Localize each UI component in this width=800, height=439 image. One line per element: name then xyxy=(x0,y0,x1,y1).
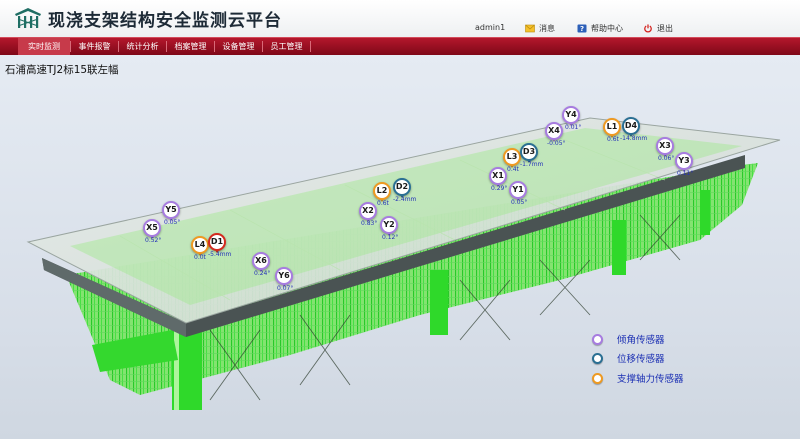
app-logo xyxy=(15,8,41,28)
sensor-code: D4 xyxy=(624,121,638,130)
sensor-value: 0.12° xyxy=(382,234,399,241)
sensor-value: -14.8mm xyxy=(620,135,648,142)
power-icon xyxy=(644,23,652,33)
legend-axial-force-sensor: 支撑轴力传感器 xyxy=(592,371,684,385)
logout-link[interactable]: 退出 xyxy=(643,22,673,34)
sensor-value: 0.52° xyxy=(145,237,162,244)
sensor-code: X6 xyxy=(255,256,267,265)
sensor-code: X1 xyxy=(492,171,504,180)
nav-staff[interactable]: 员工管理 xyxy=(263,38,310,55)
sensor-l1[interactable]: L1 0.6t xyxy=(603,118,621,143)
sensor-value: -5.4mm xyxy=(208,251,232,258)
legend-marker-icon xyxy=(592,333,603,345)
nav-divider xyxy=(310,41,311,52)
sensor-value: 0.0t xyxy=(194,254,206,261)
sensor-value: 0.4t xyxy=(507,166,519,173)
legend-tilt-sensor: 倾角传感器 xyxy=(592,332,665,346)
nav-event-alarms[interactable]: 事件报警 xyxy=(71,38,118,55)
sensor-value: 0.01° xyxy=(565,124,582,131)
sensor-code: X5 xyxy=(146,223,158,232)
legend-label: 支撑轴力传感器 xyxy=(617,374,684,385)
sensor-code: Y3 xyxy=(678,156,690,165)
sensor-d1[interactable]: D1 -5.4mm xyxy=(208,233,231,258)
sensor-code: Y5 xyxy=(165,205,177,214)
sensor-value: 0.6t xyxy=(607,136,619,143)
sensor-value: 0.06° xyxy=(658,155,675,162)
sensor-x4[interactable]: X4 -0.05° xyxy=(545,122,566,147)
app-header: 现浇支架结构安全监测云平台 admin1 消息 ? 帮助中心 退出 xyxy=(0,0,800,37)
sensor-y5[interactable]: Y5 0.05° xyxy=(162,201,180,226)
sensor-code: L1 xyxy=(606,122,618,131)
sensor-value: 0.07° xyxy=(277,285,294,292)
sensor-value: -2.4mm xyxy=(393,196,417,203)
svg-text:?: ? xyxy=(580,25,584,33)
sensor-y2[interactable]: Y2 0.12° xyxy=(380,216,398,241)
sensor-x6[interactable]: X6 0.24° xyxy=(252,252,270,277)
nav-devices[interactable]: 设备管理 xyxy=(215,38,262,55)
logout-label: 退出 xyxy=(657,23,673,33)
monitoring-view: 石浦高速TJ2标15联左幅 Y4 0.01° X4 -0.05° L1 0.6t… xyxy=(0,55,800,439)
sensor-value: 0.11° xyxy=(677,170,694,177)
legend-marker-icon xyxy=(592,372,603,384)
help-icon: ? xyxy=(577,24,587,33)
sensor-code: Y4 xyxy=(565,110,577,119)
sensor-l2[interactable]: L2 0.6t xyxy=(373,182,391,207)
sensor-l4[interactable]: L4 0.0t xyxy=(191,236,209,261)
sensor-d3[interactable]: D3 -1.7mm xyxy=(520,143,543,168)
sensor-y1[interactable]: Y1 0.05° xyxy=(509,181,527,206)
sensor-code: L4 xyxy=(194,240,206,249)
sensor-code: L3 xyxy=(506,152,518,161)
nav-realtime-monitoring[interactable]: 实时监测 xyxy=(18,38,70,55)
current-user: admin1 xyxy=(475,23,506,32)
sensor-code: X4 xyxy=(548,126,560,135)
sensor-code: D1 xyxy=(210,237,224,246)
sensor-code: Y2 xyxy=(383,220,395,229)
sensor-y6[interactable]: Y6 0.07° xyxy=(275,267,293,292)
sensor-code: X2 xyxy=(362,206,374,215)
sensor-code: Y6 xyxy=(278,271,290,280)
sensor-x2[interactable]: X2 0.83° xyxy=(359,202,377,227)
sensor-y3[interactable]: Y3 0.11° xyxy=(675,152,693,177)
legend-displacement-sensor: 位移传感器 xyxy=(592,351,665,365)
nav-statistics[interactable]: 统计分析 xyxy=(119,38,166,55)
sensor-value: 0.6t xyxy=(377,200,389,207)
sensor-code: L2 xyxy=(376,186,388,195)
sensor-x5[interactable]: X5 0.52° xyxy=(143,219,161,244)
sensor-code: D3 xyxy=(522,147,536,156)
sensor-y4[interactable]: Y4 0.01° xyxy=(562,106,581,131)
sensor-value: 0.24° xyxy=(254,270,271,277)
legend-label: 位移传感器 xyxy=(617,354,665,365)
sensor-value: -1.7mm xyxy=(520,161,544,168)
sensor-code: Y1 xyxy=(512,185,524,194)
sensor-x3[interactable]: X3 0.06° xyxy=(656,137,674,162)
sensor-d2[interactable]: D2 -2.4mm xyxy=(393,178,416,203)
messages-link[interactable]: 消息 xyxy=(525,22,555,34)
sensor-value: -0.05° xyxy=(547,140,566,147)
sensor-d4[interactable]: D4 -14.8mm xyxy=(620,117,647,142)
legend-label: 倾角传感器 xyxy=(617,335,665,346)
legend-marker-icon xyxy=(592,352,603,364)
nav-archives[interactable]: 档案管理 xyxy=(167,38,214,55)
main-nav: 实时监测 事件报警 统计分析 档案管理 设备管理 员工管理 xyxy=(0,37,800,55)
sensor-code: X3 xyxy=(659,141,671,150)
sensor-l3[interactable]: L3 0.4t xyxy=(503,148,521,173)
help-link[interactable]: ? 帮助中心 xyxy=(577,22,623,34)
sensor-code: D2 xyxy=(395,182,409,191)
sensor-value: 0.83° xyxy=(361,220,378,227)
sensor-value: 0.05° xyxy=(164,219,181,226)
sensor-value: 0.05° xyxy=(511,199,528,206)
messages-label: 消息 xyxy=(539,23,555,33)
sensor-x1[interactable]: X1 0.29° xyxy=(489,167,507,192)
sensor-value: 0.29° xyxy=(491,185,508,192)
app-title: 现浇支架结构安全监测云平台 xyxy=(48,11,282,31)
help-label: 帮助中心 xyxy=(591,23,623,33)
envelope-icon xyxy=(525,24,535,32)
